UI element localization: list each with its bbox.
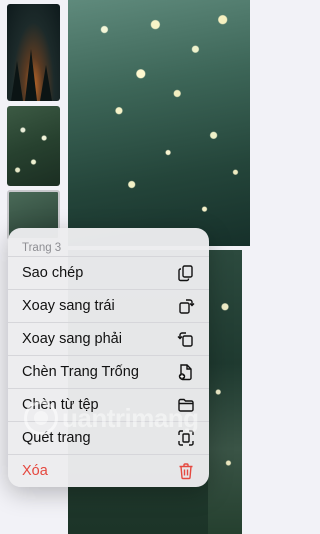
menu-item-label: Quét trang [22,430,91,446]
menu-item-label: Chèn từ tệp [22,397,99,413]
menu-item-insert-from-file[interactable]: Chèn từ tệp [8,388,209,421]
menu-item-delete[interactable]: Xóa [8,454,209,487]
menu-header: Trang 3 [22,242,62,254]
copy-icon [177,264,195,282]
menu-item-rotate-right[interactable]: Xoay sang phải [8,322,209,355]
rotate-right-icon [177,330,195,348]
menu-item-label: Xoay sang phải [22,331,122,347]
page-preview-lower-right [208,250,242,534]
folder-icon [177,396,195,414]
menu-item-insert-blank[interactable]: Chèn Trang Trống [8,355,209,388]
menu-item-label: Chèn Trang Trống [22,364,139,380]
menu-item-scan-page[interactable]: Quét trang [8,421,209,454]
right-gutter [250,0,300,534]
menu-item-label: Xóa [22,463,48,479]
tree-silhouette [11,61,23,101]
menu-item-label: Xoay sang trái [22,298,115,314]
scan-document-icon [177,429,195,447]
insert-blank-page-icon [177,363,195,381]
page-thumbnail-1[interactable] [7,4,60,101]
menu-item-label: Sao chép [22,265,84,281]
menu-item-copy[interactable]: Sao chép [8,256,209,289]
page-preview-image [68,0,250,246]
page-thumbnail-2[interactable] [7,106,60,186]
menu-item-rotate-left[interactable]: Xoay sang trái [8,289,209,322]
tree-silhouette [40,65,52,101]
trash-icon [177,462,195,480]
tree-silhouette [25,49,37,101]
page-context-menu: Trang 3 Sao chép Xoay sang trái Xoay san… [8,228,209,487]
rotate-left-icon [177,297,195,315]
